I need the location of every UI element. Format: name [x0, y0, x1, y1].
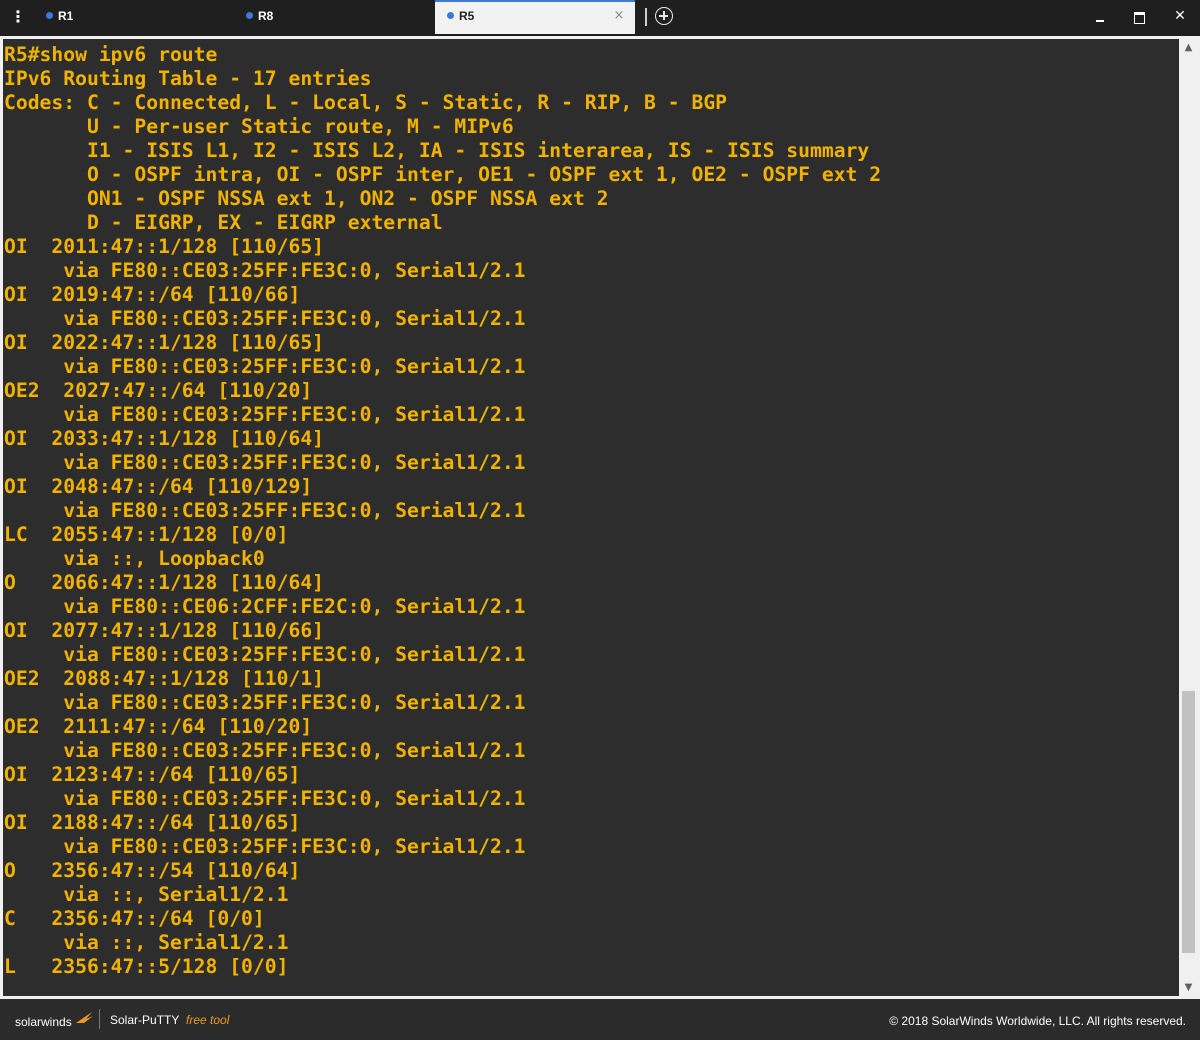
vertical-scrollbar[interactable]: ▲ ▼ [1180, 39, 1197, 996]
terminal-line: O - OSPF intra, OI - OSPF inter, OE1 - O… [4, 163, 882, 186]
product-name: Solar-PuTTY [110, 1013, 180, 1027]
terminal-line: R5#show ipv6 route [4, 43, 218, 66]
terminal-line: via FE80::CE03:25FF:FE3C:0, Serial1/2.1 [4, 499, 526, 522]
terminal-line: U - Per-user Static route, M - MIPv6 [4, 115, 514, 138]
terminal-line: C 2356:47::/64 [0/0] [4, 907, 265, 930]
terminal-frame: R5#show ipv6 route IPv6 Routing Table - 1… [0, 36, 1200, 999]
terminal-line: via FE80::CE03:25FF:FE3C:0, Serial1/2.1 [4, 691, 526, 714]
tab-label: R1 [58, 9, 74, 23]
terminal-line: via FE80::CE03:25FF:FE3C:0, Serial1/2.1 [4, 835, 526, 858]
session-status-dot [246, 12, 253, 19]
close-window-button[interactable]: ✕ [1168, 6, 1192, 28]
scrollbar-thumb[interactable] [1182, 691, 1195, 953]
terminal-line: via FE80::CE03:25FF:FE3C:0, Serial1/2.1 [4, 643, 526, 666]
terminal-line: OI 2033:47::1/128 [110/64] [4, 427, 325, 450]
terminal-line: LC 2055:47::1/128 [0/0] [4, 523, 289, 546]
footer-divider [99, 1009, 100, 1029]
terminal-line: OE2 2027:47::/64 [110/20] [4, 379, 313, 402]
terminal-line: OI 2022:47::1/128 [110/65] [4, 331, 325, 354]
terminal-lines: R5#show ipv6 route IPv6 Routing Table - 1… [4, 43, 881, 979]
terminal-line: OI 2188:47::/64 [110/65] [4, 811, 301, 834]
tab-label: R5 [459, 9, 475, 23]
terminal-line: via FE80::CE03:25FF:FE3C:0, Serial1/2.1 [4, 739, 526, 762]
minimize-window-button[interactable] [1088, 6, 1112, 28]
close-tab-icon[interactable]: × [611, 8, 627, 24]
terminal-line: OE2 2111:47::/64 [110/20] [4, 715, 313, 738]
tab-r8[interactable]: R8 [234, 0, 434, 34]
tab-r1[interactable]: R1 [34, 0, 234, 34]
terminal-line: O 2066:47::1/128 [110/64] [4, 571, 325, 594]
terminal-line: via FE80::CE06:2CFF:FE2C:0, Serial1/2.1 [4, 595, 526, 618]
scroll-up-arrow-icon[interactable]: ▲ [1180, 39, 1197, 56]
copyright-text: © 2018 SolarWinds Worldwide, LLC. All ri… [889, 1014, 1186, 1028]
solarwinds-logo: solarwinds [15, 1015, 72, 1029]
terminal-line: OI 2048:47::/64 [110/129] [4, 475, 313, 498]
tab-label: R8 [258, 9, 274, 23]
terminal-line: OI 2123:47::/64 [110/65] [4, 763, 301, 786]
terminal-line: OI 2019:47::/64 [110/66] [4, 283, 301, 306]
terminal-line: via ::, Loopback0 [4, 547, 265, 570]
session-status-dot [447, 12, 454, 19]
terminal-line: OI 2011:47::1/128 [110/65] [4, 235, 325, 258]
tab-r5[interactable]: R5 × [435, 0, 635, 34]
terminal-line: OE2 2088:47::1/128 [110/1] [4, 667, 325, 690]
solarwinds-flame-icon [76, 1012, 93, 1023]
vertical-dots-icon[interactable]: ⋮ [8, 8, 28, 26]
terminal-line: via ::, Serial1/2.1 [4, 931, 289, 954]
terminal-line: OI 2077:47::1/128 [110/66] [4, 619, 325, 642]
tab-bar: ⋮ R1 R8 R5 × ✕ [0, 0, 1200, 34]
maximize-window-button[interactable] [1127, 6, 1151, 28]
terminal-line: via FE80::CE03:25FF:FE3C:0, Serial1/2.1 [4, 307, 526, 330]
terminal-line: via FE80::CE03:25FF:FE3C:0, Serial1/2.1 [4, 403, 526, 426]
session-status-dot [46, 12, 53, 19]
terminal-line: via ::, Serial1/2.1 [4, 883, 289, 906]
tab-separator [645, 8, 647, 26]
terminal-line: O 2356:47::/54 [110/64] [4, 859, 301, 882]
terminal-line: via FE80::CE03:25FF:FE3C:0, Serial1/2.1 [4, 787, 526, 810]
terminal-line: L 2356:47::5/128 [0/0] [4, 955, 289, 978]
terminal-line: D - EIGRP, EX - EIGRP external [4, 211, 443, 234]
terminal-output[interactable]: R5#show ipv6 route IPv6 Routing Table - 1… [3, 39, 1179, 996]
terminal-line: via FE80::CE03:25FF:FE3C:0, Serial1/2.1 [4, 259, 526, 282]
footer: solarwinds Solar-PuTTY free tool © 2018 … [0, 999, 1200, 1040]
terminal-line: ON1 - OSPF NSSA ext 1, ON2 - OSPF NSSA e… [4, 187, 609, 210]
terminal-line: Codes: C - Connected, L - Local, S - Sta… [4, 91, 728, 114]
new-tab-plus-icon[interactable] [655, 7, 673, 25]
free-tool-tagline: free tool [186, 1013, 230, 1027]
terminal-line: I1 - ISIS L1, I2 - ISIS L2, IA - ISIS in… [4, 139, 870, 162]
terminal-line: via FE80::CE03:25FF:FE3C:0, Serial1/2.1 [4, 355, 526, 378]
terminal-line: IPv6 Routing Table - 17 entries [4, 67, 372, 90]
terminal-line: via FE80::CE03:25FF:FE3C:0, Serial1/2.1 [4, 451, 526, 474]
scroll-down-arrow-icon[interactable]: ▼ [1180, 979, 1197, 996]
